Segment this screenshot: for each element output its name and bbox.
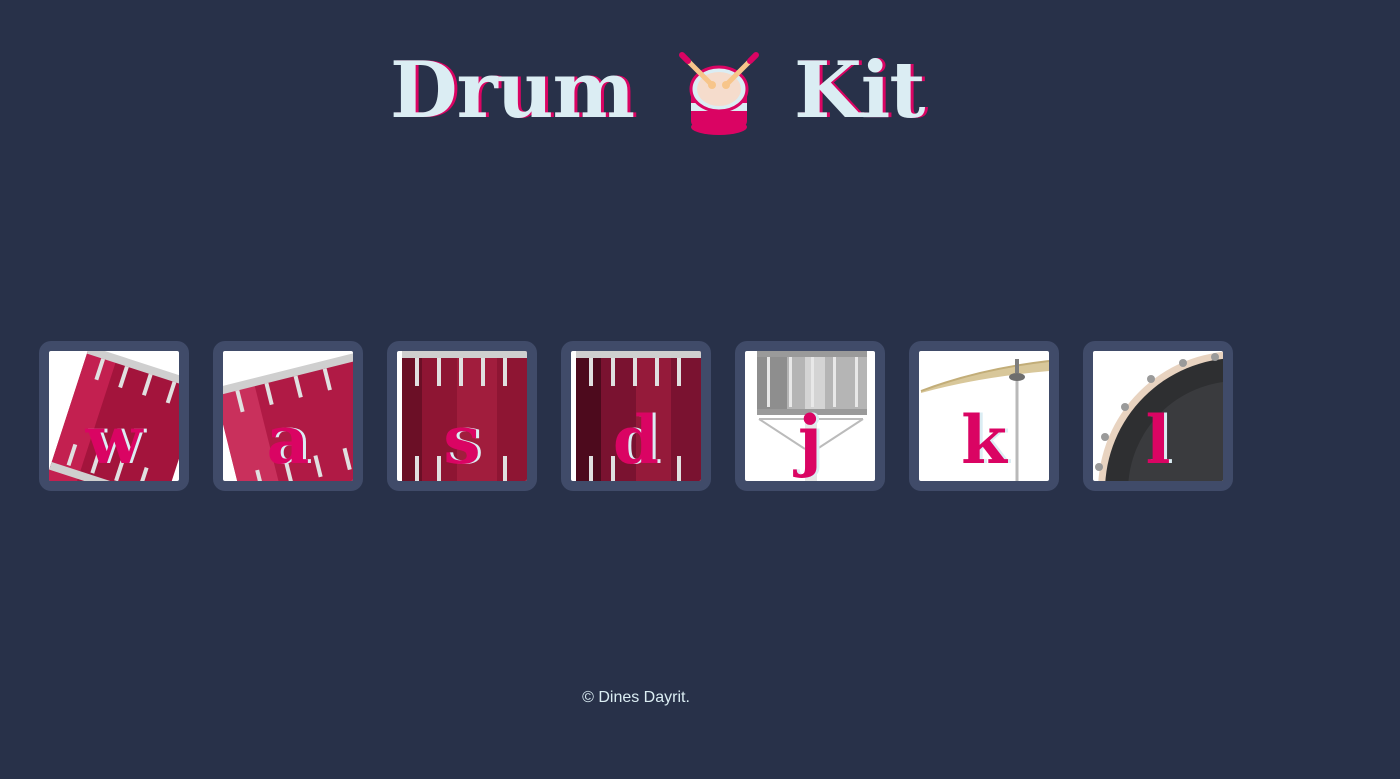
drum-button-a[interactable]: a [213,341,363,491]
title-word-kit: Kit [793,44,925,136]
drum-button-s[interactable]: s [387,341,537,491]
drum-button-j[interactable]: j [735,341,885,491]
footer-copyright: © Dines Dayrit. [582,689,690,706]
key-label: j [798,401,822,479]
drum-button-w[interactable]: w [39,341,189,491]
key-label: a [266,401,310,479]
key-label: d [612,401,660,479]
drum-buttons: w a s d j k l [39,341,1233,491]
key-label: w [85,401,143,479]
drum-button-l[interactable]: l [1083,341,1233,491]
drum-button-d[interactable]: d [561,341,711,491]
drum-icon [674,49,764,139]
page-title: Drum Kit [390,40,925,140]
key-label: l [1145,401,1171,479]
key-label: s [443,401,481,479]
drum-button-k[interactable]: k [909,341,1059,491]
key-label: k [961,401,1007,479]
title-word-drum: Drum [390,44,635,136]
